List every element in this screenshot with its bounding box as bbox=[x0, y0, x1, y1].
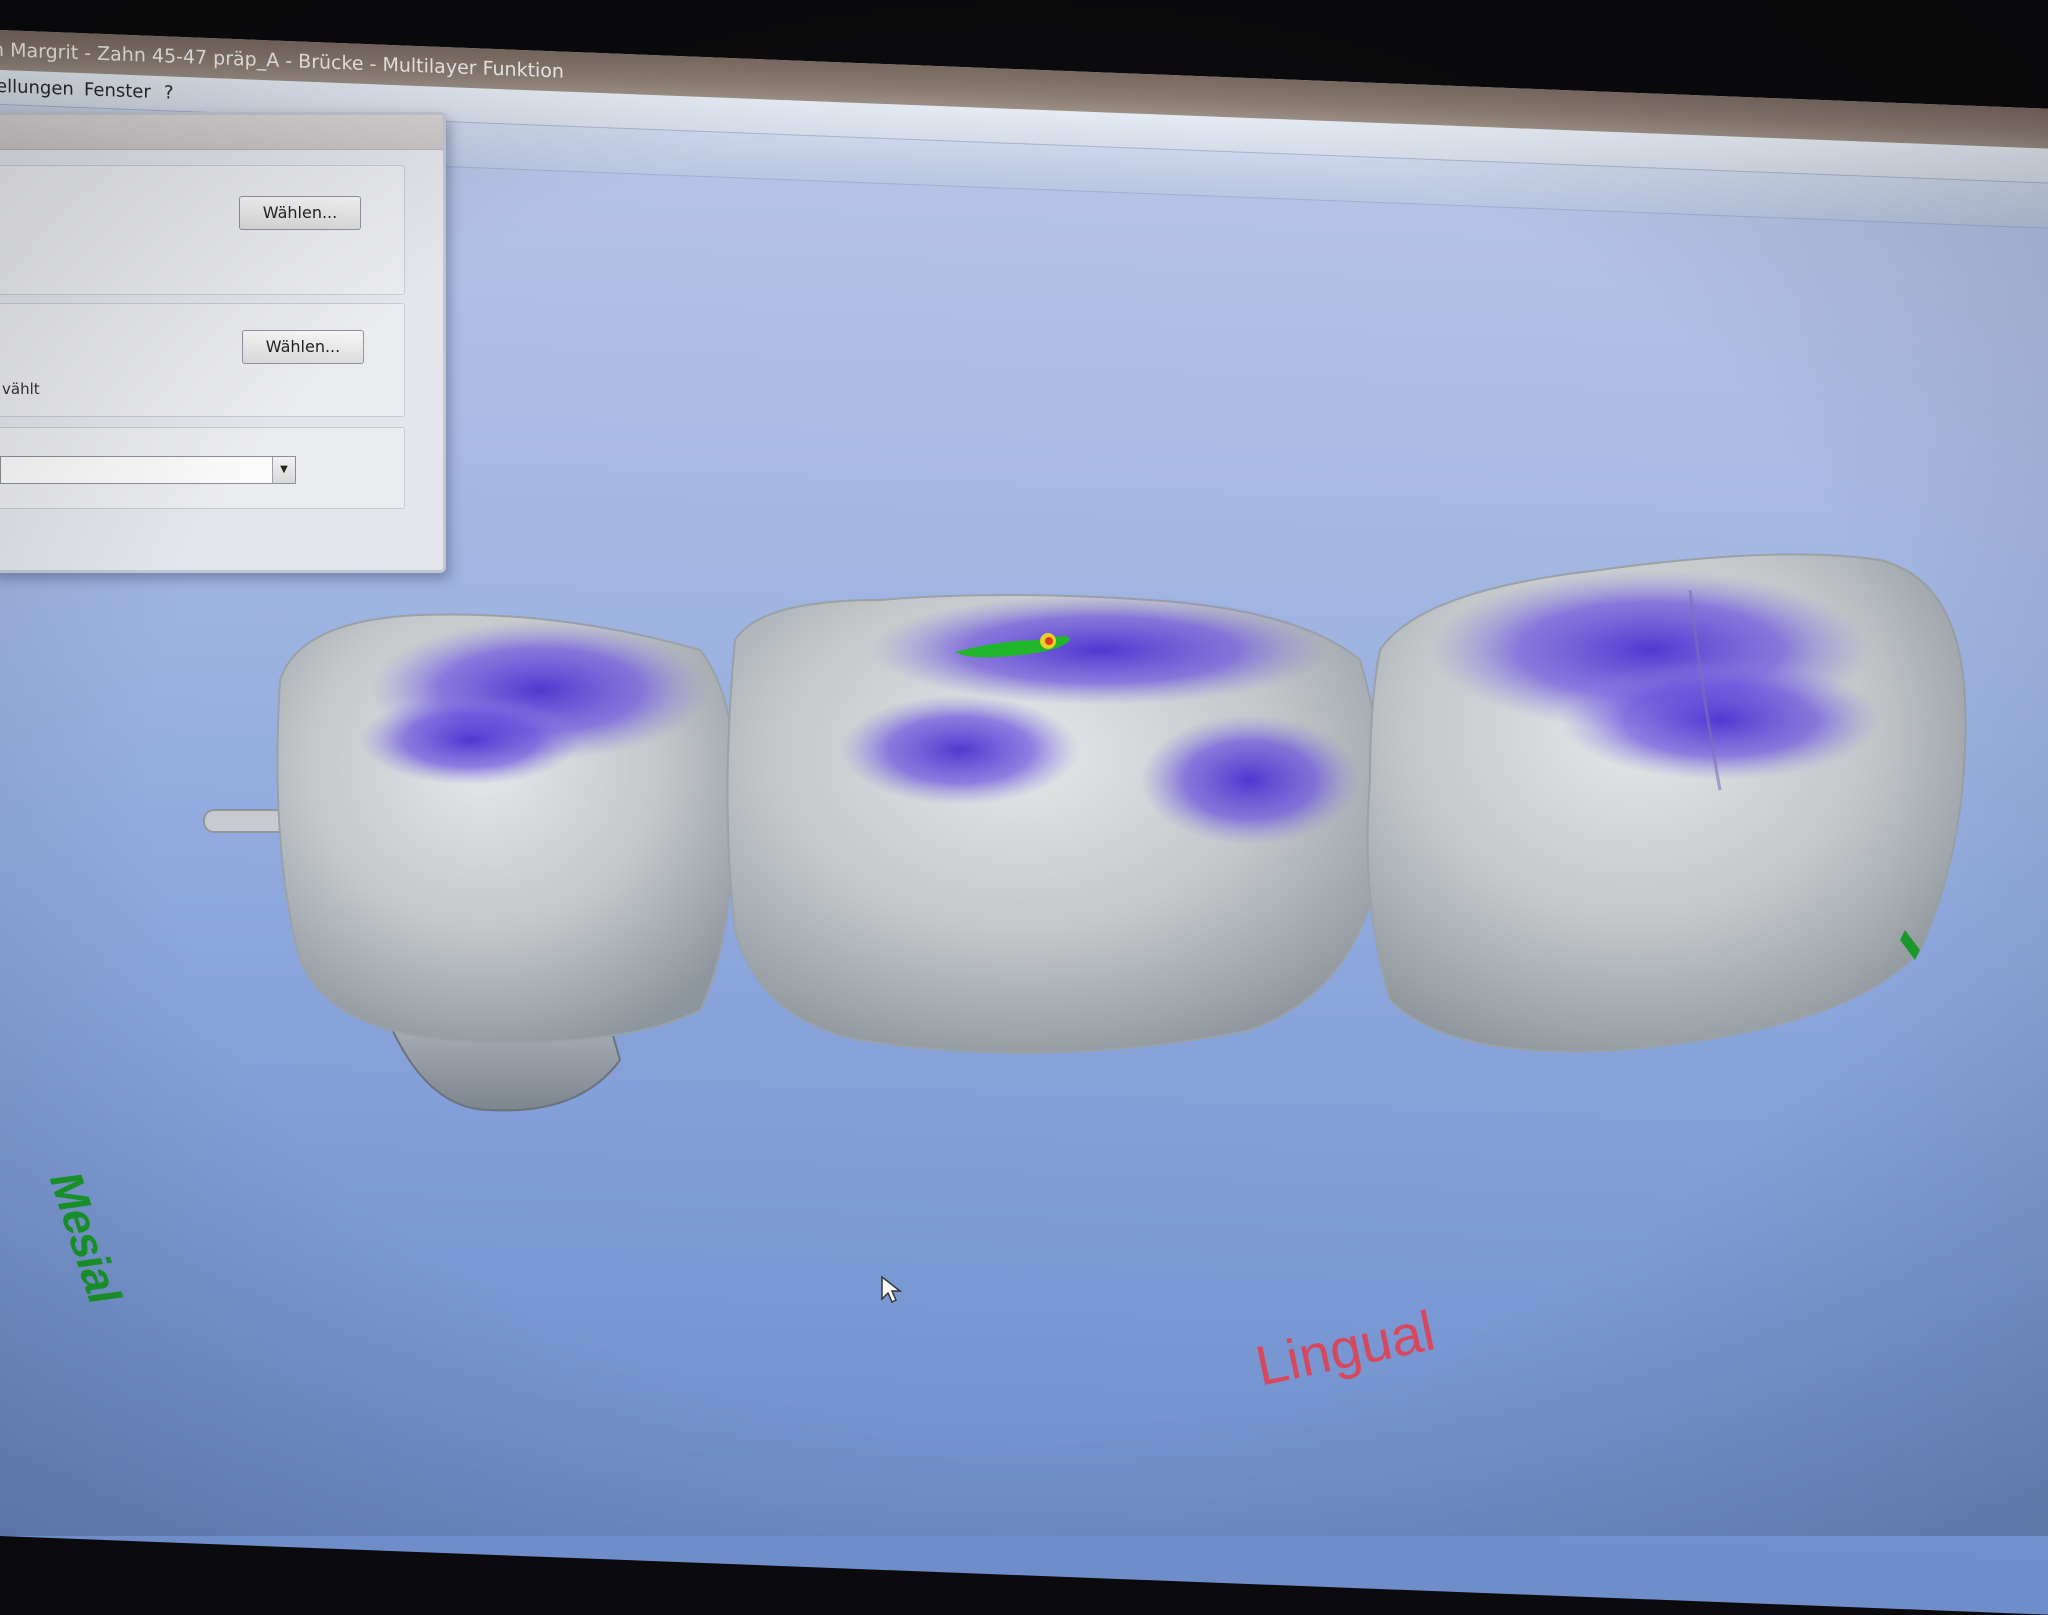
tooth-pontic-2[interactable] bbox=[726, 594, 1384, 1054]
tooth-crown-3[interactable] bbox=[1366, 553, 1967, 1053]
mouse-pointer-icon bbox=[881, 1275, 902, 1304]
3d-viewport[interactable] bbox=[0, 0, 2048, 1536]
connector-rod bbox=[203, 809, 291, 833]
tooth-crown-1[interactable] bbox=[276, 613, 737, 1043]
